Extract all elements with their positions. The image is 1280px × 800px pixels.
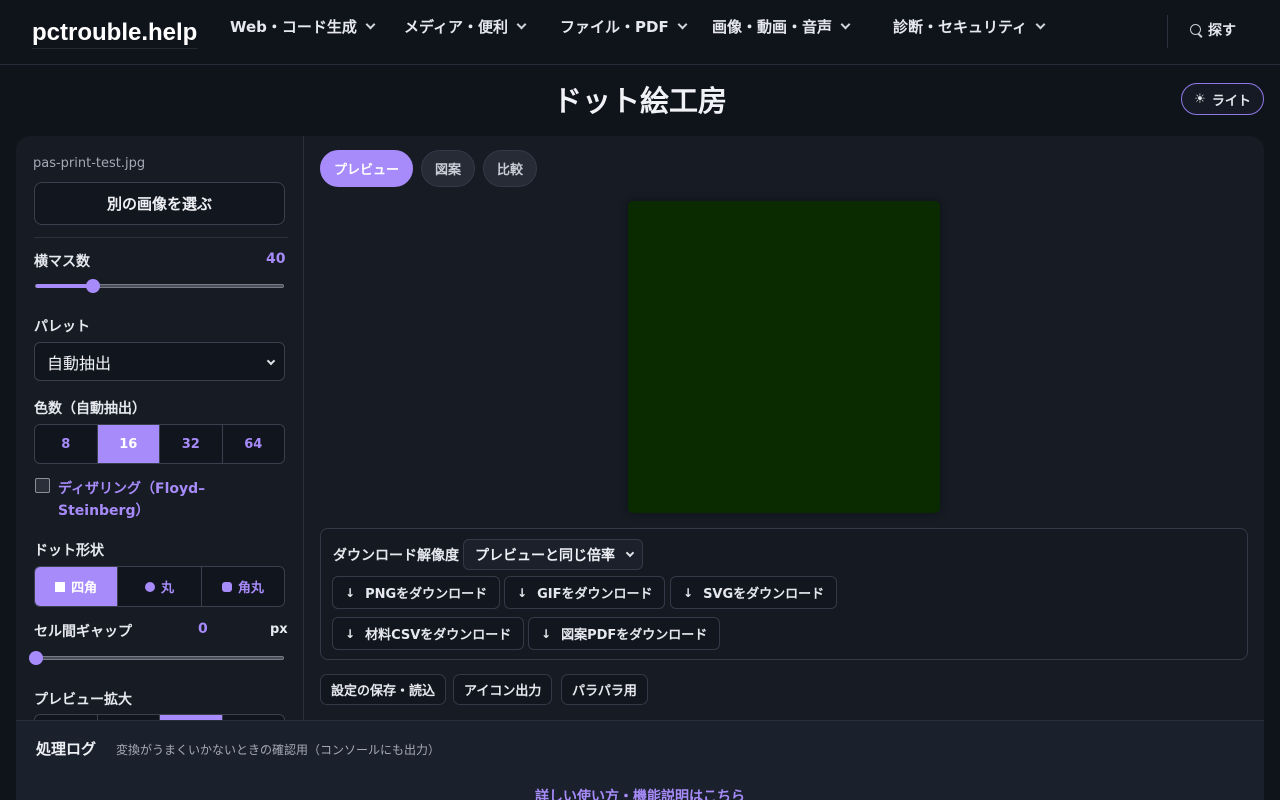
columns-slider[interactable] [35,279,284,293]
dithering-checkbox[interactable] [35,478,50,493]
dot-shape-option-rounded[interactable]: 角丸 [200,567,284,606]
square-icon [55,581,66,592]
color-count-option-8[interactable]: 8 [35,425,97,463]
columns-value: 40 [266,251,286,267]
sun-icon: ☀ [1194,91,1206,107]
top-navigation: pctrouble.help Web・コード生成 メディア・便利 ファイル・PD… [0,0,1280,65]
cell-gap-value: 0 [198,621,208,637]
download-icon: ↓ [517,585,528,600]
circle-icon [144,581,155,592]
view-tabs: プレビュー 図案 比較 [320,150,538,187]
nav-label: ファイル・PDF [560,17,669,36]
nav-item-diagnostics-security[interactable]: 診断・セキュリティ [893,0,1046,52]
download-resolution-label: ダウンロード解像度 [333,548,459,564]
dot-shape-selector[interactable]: 四角 丸 角丸 [34,566,285,607]
search-button[interactable]: 探す [1190,20,1236,40]
file-name: pas-print-test.jpg [33,156,146,171]
color-count-option-64[interactable]: 64 [221,425,284,463]
chevron-down-icon [840,19,851,29]
download-materials-csv-button[interactable]: ↓ 材料CSVをダウンロード [332,617,525,650]
choose-image-button[interactable]: 別の画像を選ぶ [34,182,285,225]
download-icon: ↓ [345,626,356,641]
dot-shape-option-label: 角丸 [237,581,264,596]
nav-item-media[interactable]: メディア・便利 [404,0,527,52]
download-svg-button[interactable]: ↓ SVGをダウンロード [670,576,838,609]
download-panel: ダウンロード解像度 プレビューと同じ倍率 ↓ PNGをダウンロード ↓ GIFを… [320,528,1248,660]
color-count-selector[interactable]: 8 16 32 64 [34,424,285,464]
palette-label: パレット [34,319,90,335]
cell-gap-unit: px [270,622,288,637]
download-button-label: SVGをダウンロード [703,587,825,602]
download-resolution-selected: プレビューと同じ倍率 [475,547,615,564]
chevron-down-icon [266,356,276,366]
download-button-label: 材料CSVをダウンロード [365,628,512,643]
processing-log-title: 処理ログ [36,740,97,758]
download-resolution-select[interactable]: プレビューと同じ倍率 [463,539,643,570]
download-icon: ↓ [345,585,356,600]
theme-toggle-button[interactable]: ☀ ライト [1181,83,1264,115]
settings-sidebar[interactable]: pas-print-test.jpg 別の画像を選ぶ 横マス数 40 パレット … [16,136,304,720]
nav-label: Web・コード生成 [230,17,357,36]
download-icon: ↓ [541,626,552,641]
nav-item-image-video-audio[interactable]: 画像・動画・音声 [712,0,851,52]
download-button-label: PNGをダウンロード [365,587,488,602]
download-button-label: GIFをダウンロード [537,587,653,602]
flipbook-button[interactable]: パラパラ用 [561,674,648,705]
download-button-label: 図案PDFをダウンロード [561,628,708,643]
nav-item-web-code[interactable]: Web・コード生成 [230,0,376,52]
tab-pattern[interactable]: 図案 [421,150,476,187]
tab-compare[interactable]: 比較 [483,150,538,187]
download-png-button[interactable]: ↓ PNGをダウンロード [332,576,501,609]
sidebar-divider [34,237,288,238]
dot-shape-label: ドット形状 [34,543,104,559]
columns-label: 横マス数 [34,254,90,270]
chevron-down-icon [677,19,688,29]
slider-fill [36,284,93,288]
color-count-label: 色数（自動抽出） [34,401,146,417]
nav-label: 診断・セキュリティ [893,17,1028,36]
color-count-option-16[interactable]: 16 [96,425,159,463]
palette-selected: 自動抽出 [47,353,112,373]
chevron-down-icon [625,548,635,558]
rounded-square-icon [221,581,232,592]
help-link[interactable]: 詳しい使い方・機能説明はこちら [0,786,1280,800]
dot-shape-option-circle[interactable]: 丸 [117,567,201,606]
theme-toggle-label: ライト [1211,93,1251,109]
download-gif-button[interactable]: ↓ GIFをダウンロード [504,576,666,609]
editor-panel: pas-print-test.jpg 別の画像を選ぶ 横マス数 40 パレット … [16,136,1264,800]
cell-gap-label: セル間ギャップ [34,624,132,640]
slider-thumb[interactable] [29,651,43,665]
search-icon [1190,24,1202,36]
pixel-art-preview [628,201,940,513]
cell-gap-slider[interactable] [29,651,284,665]
logo-divider [32,48,198,49]
download-pattern-pdf-button[interactable]: ↓ 図案PDFをダウンロード [528,617,721,650]
palette-select[interactable]: 自動抽出 [34,342,285,381]
dot-shape-option-square[interactable]: 四角 [35,567,118,606]
icon-export-button[interactable]: アイコン出力 [453,674,553,705]
save-load-settings-button[interactable]: 設定の保存・読込 [320,674,447,705]
chevron-down-icon [365,19,376,29]
dithering-label[interactable]: ディザリング（Floyd–Steinberg） [58,478,258,522]
dot-shape-option-label: 四角 [71,581,98,596]
chevron-down-icon [516,19,527,29]
nav-label: メディア・便利 [404,17,508,36]
nav-label: 画像・動画・音声 [712,17,833,36]
nav-item-file-pdf[interactable]: ファイル・PDF [560,0,688,52]
color-count-option-32[interactable]: 32 [159,425,222,463]
page-title: ドット絵工房 [552,84,727,118]
dot-shape-option-label: 丸 [160,581,174,596]
preview-zoom-label: プレビュー拡大 [34,692,132,708]
processing-log-description: 変換がうまくいかないときの確認用（コンソールにも出力） [116,743,441,757]
download-icon: ↓ [683,585,694,600]
chevron-down-icon [1035,19,1046,29]
site-logo[interactable]: pctrouble.help [32,19,197,47]
nav-separator [1167,15,1168,48]
tab-preview[interactable]: プレビュー [320,150,414,187]
slider-thumb[interactable] [85,279,100,293]
search-label: 探す [1208,23,1236,39]
